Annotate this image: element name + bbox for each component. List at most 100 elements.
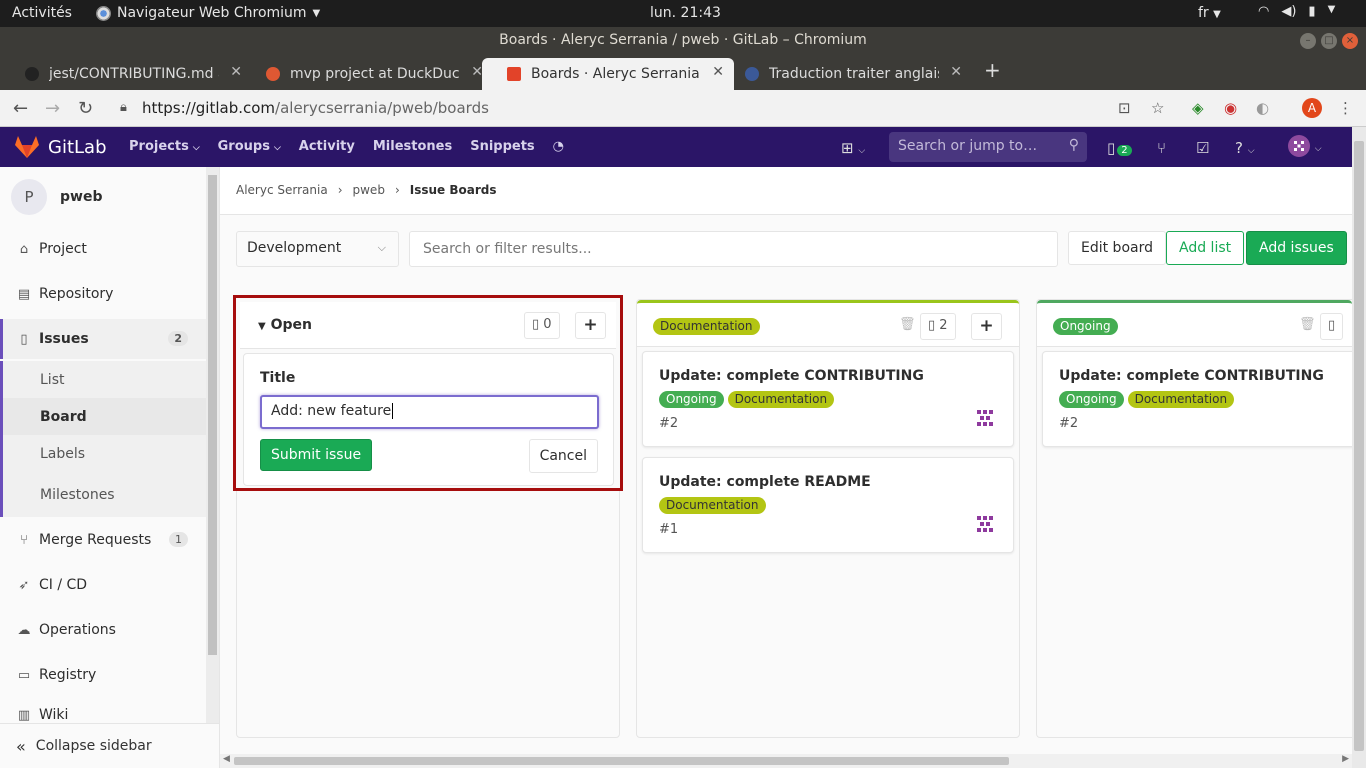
scrollbar-thumb[interactable]: [1354, 141, 1364, 751]
clock[interactable]: lun. 21:43: [650, 5, 721, 21]
issue-card[interactable]: Update: complete README Documentation #1: [642, 457, 1014, 553]
collapse-sidebar-button[interactable]: « Collapse sidebar: [0, 723, 219, 768]
profile-avatar[interactable]: A: [1302, 98, 1322, 118]
scroll-right-icon[interactable]: ▶: [1342, 754, 1349, 764]
system-tray[interactable]: ◠ ◀) ▮ ▼: [1258, 4, 1335, 19]
sidebar-subitem-milestones[interactable]: Milestones: [0, 472, 206, 517]
new-tab-icon[interactable]: +: [984, 58, 1001, 82]
close-window-icon[interactable]: ×: [1342, 33, 1358, 49]
extension-icon[interactable]: ◐: [1256, 99, 1269, 117]
sidebar-subitem-board[interactable]: Board: [0, 398, 206, 435]
label-ongoing[interactable]: Ongoing: [659, 391, 724, 408]
extension-icon[interactable]: ◈: [1192, 99, 1204, 117]
forward-icon[interactable]: →: [45, 98, 60, 119]
bookmark-star-icon[interactable]: ☆: [1151, 99, 1164, 117]
search-input[interactable]: Search or jump to… ⚲: [889, 132, 1087, 162]
issue-title-input[interactable]: Add: new feature: [260, 395, 599, 429]
menu-activity[interactable]: Activity: [299, 139, 355, 154]
filter-input[interactable]: Search or filter results...: [409, 231, 1058, 267]
sidebar-item-project[interactable]: ⌂ Project: [0, 229, 206, 269]
add-list-button[interactable]: Add list: [1166, 231, 1245, 265]
new-item-dropdown[interactable]: ⊞ ⌵: [841, 139, 865, 157]
sidebar-item-registry[interactable]: ▭ Registry: [0, 655, 206, 695]
issue-card[interactable]: Update: complete CONTRIBUTING Ongoing Do…: [642, 351, 1014, 447]
edit-board-button[interactable]: Edit board: [1068, 231, 1166, 265]
sidebar-item-issues[interactable]: ▯ Issues 2: [0, 319, 206, 359]
issue-card[interactable]: Update: complete CONTRIBUTING Ongoing Do…: [1042, 351, 1352, 447]
keyboard-layout[interactable]: fr ▼: [1198, 5, 1221, 21]
trash-icon[interactable]: 🗑︎: [899, 317, 916, 332]
wifi-icon: ◠: [1258, 4, 1270, 19]
reload-icon[interactable]: ↻: [78, 98, 93, 119]
home-icon: ⌂: [19, 241, 29, 257]
maximize-icon[interactable]: □: [1321, 33, 1337, 49]
new-issue-button[interactable]: +: [575, 312, 606, 339]
project-avatar: P: [11, 179, 47, 215]
label-documentation[interactable]: Documentation: [659, 497, 766, 514]
gitlab-home-link[interactable]: GitLab: [14, 135, 107, 159]
new-issue-button[interactable]: +: [971, 313, 1002, 340]
label-documentation[interactable]: Documentation: [727, 391, 835, 408]
menu-projects[interactable]: Projects ⌵: [129, 139, 200, 154]
sidebar-item-wiki[interactable]: ▥ Wiki: [0, 700, 206, 723]
sidebar-item-operations[interactable]: ☁ Operations: [0, 610, 206, 650]
sidebar-item-repository[interactable]: ▤ Repository: [0, 274, 206, 314]
sidebar-project-header[interactable]: P pweb: [11, 179, 102, 215]
help-dropdown[interactable]: ? ⌵: [1235, 139, 1255, 157]
issue-title[interactable]: Update: complete README: [659, 474, 871, 490]
issue-title[interactable]: Update: complete CONTRIBUTING: [659, 368, 924, 384]
issues-nav-link[interactable]: ▯ 2: [1107, 139, 1132, 157]
board-switcher-dropdown[interactable]: Development ⌵: [236, 231, 399, 267]
menu-snippets[interactable]: Snippets: [470, 139, 534, 154]
menu-groups[interactable]: Groups ⌵: [218, 139, 281, 154]
boards-horizontal-scrollbar[interactable]: ◀ ▶: [220, 754, 1352, 768]
board-list-documentation: Documentation 🗑︎ ▯ 2 + Update: complete …: [636, 299, 1020, 738]
page-scrollbar[interactable]: [1352, 127, 1366, 768]
breadcrumb-project[interactable]: pweb: [353, 183, 385, 197]
address-bar[interactable]: https://gitlab.com/alerycserrania/pweb/b…: [142, 99, 489, 117]
menu-kebab-icon[interactable]: ⋮: [1338, 99, 1353, 117]
list-label-ongoing[interactable]: Ongoing: [1053, 318, 1118, 335]
list-title-open[interactable]: ▼ Open: [258, 317, 312, 333]
label-ongoing[interactable]: Ongoing: [1059, 391, 1124, 408]
merge-request-icon[interactable]: ⑂: [1157, 139, 1166, 157]
tab-gitlab-boards[interactable]: Boards · Aleryc Serrania / ✕: [482, 58, 734, 90]
user-menu[interactable]: ⌵: [1288, 135, 1322, 161]
breadcrumb-owner[interactable]: Aleryc Serrania: [236, 183, 328, 197]
issue-labels: Ongoing Documentation: [659, 391, 835, 408]
activities-button[interactable]: Activités: [12, 5, 72, 21]
submit-issue-button[interactable]: Submit issue: [260, 439, 373, 471]
scrollbar-thumb[interactable]: [208, 175, 217, 655]
translate-icon[interactable]: ⊡: [1118, 99, 1131, 117]
tab-traduction[interactable]: Traduction traiter anglais ✕: [720, 58, 972, 90]
add-issues-button[interactable]: Add issues: [1246, 231, 1347, 265]
sidebar-item-cicd[interactable]: ➶ CI / CD: [0, 565, 206, 605]
list-label-documentation[interactable]: Documentation: [653, 318, 760, 335]
issue-title[interactable]: Update: complete CONTRIBUTING: [1059, 368, 1324, 384]
sidebar-scrollbar[interactable]: [206, 167, 219, 723]
todo-icon[interactable]: ☑: [1196, 139, 1209, 157]
sidebar-item-label: Registry: [39, 667, 97, 683]
sidebar-subitem-labels[interactable]: Labels: [0, 435, 206, 472]
sidebar-subitem-list[interactable]: List: [0, 361, 206, 398]
extension-icon[interactable]: ◉: [1224, 99, 1237, 117]
performance-bar-icon[interactable]: ◔: [553, 139, 564, 154]
breadcrumb-current[interactable]: Issue Boards: [410, 183, 497, 197]
app-menu[interactable]: Navigateur Web Chromium ▼: [96, 5, 320, 21]
scroll-left-icon[interactable]: ◀: [223, 754, 230, 764]
trash-icon[interactable]: 🗑︎: [1299, 317, 1316, 332]
assignee-avatar[interactable]: [975, 408, 995, 428]
back-icon[interactable]: ←: [13, 98, 28, 119]
assignee-avatar[interactable]: [975, 514, 995, 534]
tab-jest[interactable]: jest/CONTRIBUTING.md a ✕: [0, 58, 252, 90]
close-tab-icon[interactable]: ✕: [950, 64, 962, 80]
cancel-button[interactable]: Cancel: [528, 439, 598, 473]
sidebar-item-merge-requests[interactable]: ⑂ Merge Requests 1: [0, 520, 206, 560]
tab-duckduckgo[interactable]: mvp project at DuckDuck ✕: [241, 58, 493, 90]
rocket-icon: ➶: [18, 577, 30, 593]
label-documentation[interactable]: Documentation: [1127, 391, 1235, 408]
lock-icon[interactable]: 🔒︎: [120, 100, 127, 115]
scrollbar-thumb[interactable]: [234, 757, 1009, 765]
minimize-icon[interactable]: –: [1300, 33, 1316, 49]
menu-milestones[interactable]: Milestones: [373, 139, 452, 154]
